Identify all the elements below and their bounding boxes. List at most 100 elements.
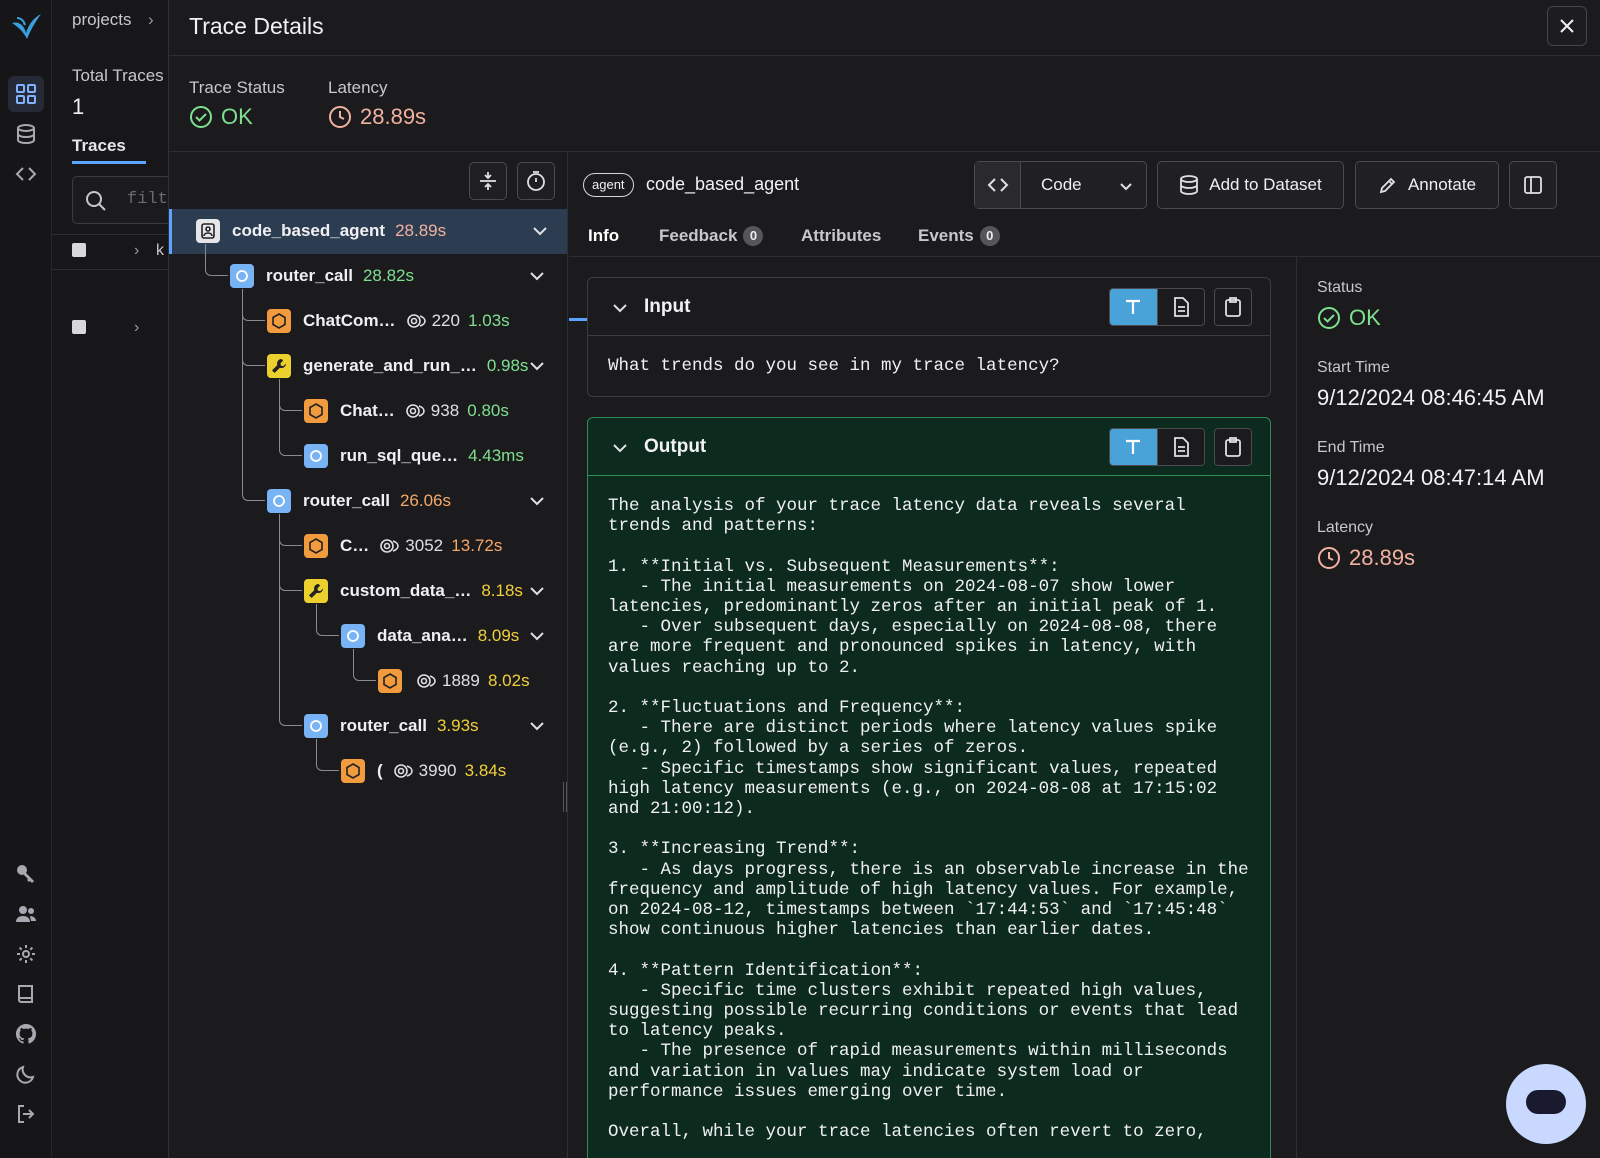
status-value: OK [1317, 305, 1381, 331]
span-row[interactable]: custom_data_… 8.18s [169, 514, 567, 614]
code-icon[interactable] [8, 156, 44, 192]
grid-icon[interactable] [8, 76, 44, 112]
document-format-icon[interactable] [1156, 289, 1205, 325]
filter-input[interactable]: filt [72, 176, 172, 224]
close-icon [1560, 19, 1574, 33]
breadcrumb[interactable]: projects [72, 10, 132, 30]
resize-handle[interactable] [563, 782, 567, 812]
tab-traces[interactable]: Traces [72, 136, 126, 156]
span-row[interactable]: router_call 28.82s [169, 244, 567, 299]
gear-icon[interactable] [8, 936, 44, 972]
span-name: generate_and_run_… [303, 356, 477, 375]
span-row[interactable]: C… 3052 13.72s [169, 514, 567, 569]
span-row[interactable]: router_call 26.06s [169, 289, 567, 524]
span-name: code_based_agent [232, 221, 386, 240]
token-count-group: 220 [406, 311, 460, 331]
users-icon[interactable] [8, 896, 44, 932]
app-nav-rail [0, 0, 52, 1158]
latency: 28.89s [328, 104, 426, 130]
span-name: code_based_agent [646, 174, 800, 194]
detail-tabs: Info Feedback 0 Attributes Events 0 [569, 217, 1600, 321]
view-mode-select[interactable]: Code [974, 161, 1147, 209]
output-card-header[interactable]: Output [588, 418, 1270, 476]
format-toggle[interactable] [1109, 288, 1205, 326]
span-name: data_ana… [377, 626, 468, 645]
tab-info[interactable]: Info [588, 226, 619, 246]
input-card-header[interactable]: Input [588, 278, 1270, 336]
add-to-dataset-button[interactable]: Add to Dataset [1157, 161, 1344, 209]
database-icon[interactable] [8, 116, 44, 152]
tab-attributes[interactable]: Attributes [801, 226, 881, 246]
span-name: router_call [340, 716, 427, 735]
chevron-down-icon[interactable] [610, 438, 630, 458]
tab-events[interactable]: Events 0 [918, 226, 1000, 246]
span-name: ChatCom… [303, 311, 396, 330]
book-icon[interactable] [8, 976, 44, 1012]
expand-chevron-icon[interactable]: › [134, 242, 139, 260]
span-header: agent code_based_agent Code Add to Datas… [569, 152, 1600, 217]
llm-span-icon [378, 669, 402, 693]
copy-button[interactable] [1214, 288, 1252, 326]
chevron-down-icon[interactable] [527, 626, 547, 646]
chevron-down-icon[interactable] [527, 266, 547, 286]
tab-attributes-label: Attributes [801, 226, 882, 245]
arize-logo-icon[interactable] [8, 8, 44, 44]
tree-connector [279, 514, 302, 726]
output-title: Output [644, 436, 707, 457]
copy-button[interactable] [1214, 428, 1252, 466]
span-row[interactable]: run_sql_que… 4.43ms [169, 379, 567, 479]
text-format-icon[interactable] [1110, 429, 1157, 465]
key-icon[interactable] [8, 856, 44, 892]
chevron-down-icon[interactable] [527, 491, 547, 511]
tab-feedback[interactable]: Feedback 0 [659, 226, 764, 246]
select-all-checkbox[interactable] [72, 243, 86, 257]
chevron-down-icon[interactable] [527, 581, 547, 601]
row-expand-chevron-icon[interactable]: › [134, 319, 139, 337]
collapse-all-button[interactable] [469, 162, 507, 200]
span-row[interactable]: Chat… 938 0.80s [169, 379, 567, 434]
logout-icon[interactable] [8, 1096, 44, 1132]
chevron-down-icon[interactable] [530, 221, 550, 241]
format-toggle[interactable] [1109, 428, 1205, 466]
token-icon [380, 539, 400, 553]
span-row[interactable]: router_call 3.93s [169, 514, 567, 749]
chat-support-button[interactable] [1506, 1064, 1586, 1144]
chain-span-icon [267, 489, 291, 513]
agent-span-icon [196, 219, 220, 243]
span-latency: 8.18s [481, 581, 523, 600]
span-row[interactable]: code_based_agent 28.89s [169, 209, 567, 254]
token-count-group: 3052 [379, 536, 443, 556]
timing-toggle-button[interactable] [517, 162, 555, 200]
trace-summary: Trace Status OK Latency 28.89s [169, 56, 1600, 152]
end-time-label: End Time [1317, 439, 1385, 456]
span-kind-badge: agent [583, 173, 634, 197]
database-icon [1180, 175, 1199, 195]
span-row[interactable]: ChatCom… 220 1.03s [169, 289, 567, 344]
tree-connector [242, 289, 265, 501]
close-button[interactable] [1547, 6, 1587, 46]
annotate-button[interactable]: Annotate [1355, 161, 1499, 209]
chevron-down-icon[interactable] [610, 298, 630, 318]
latency-label: Latency [328, 78, 388, 97]
row-checkbox[interactable] [72, 320, 86, 334]
events-count-badge: 0 [979, 226, 1000, 246]
output-text: The analysis of your trace latency data … [608, 496, 1249, 1143]
stopwatch-icon [527, 171, 545, 191]
clipboard-icon [1225, 297, 1241, 317]
span-row[interactable]: 1889 8.02s [169, 649, 567, 704]
background-project-view: projects › Total Traces 1 Traces filt › … [52, 0, 172, 1158]
document-format-icon[interactable] [1156, 429, 1204, 465]
chevron-down-icon[interactable] [527, 356, 547, 376]
column-header: k [156, 242, 164, 259]
span-row[interactable]: generate_and_run_… 0.98s [169, 289, 567, 389]
span-row[interactable]: (3990 3.84s [169, 739, 567, 794]
moon-icon[interactable] [8, 1056, 44, 1092]
latency-value: 28.89s [360, 104, 427, 129]
text-format-icon[interactable] [1110, 289, 1157, 325]
toggle-sidebar-button[interactable] [1509, 161, 1557, 209]
trace-details-panel: Trace Details Trace Status OK Latency 28… [168, 0, 1600, 1158]
chevron-down-icon[interactable] [527, 716, 547, 736]
github-icon[interactable] [8, 1016, 44, 1052]
add-to-dataset-label: Add to Dataset [1209, 175, 1322, 194]
chat-bubble-icon [1526, 1090, 1566, 1114]
